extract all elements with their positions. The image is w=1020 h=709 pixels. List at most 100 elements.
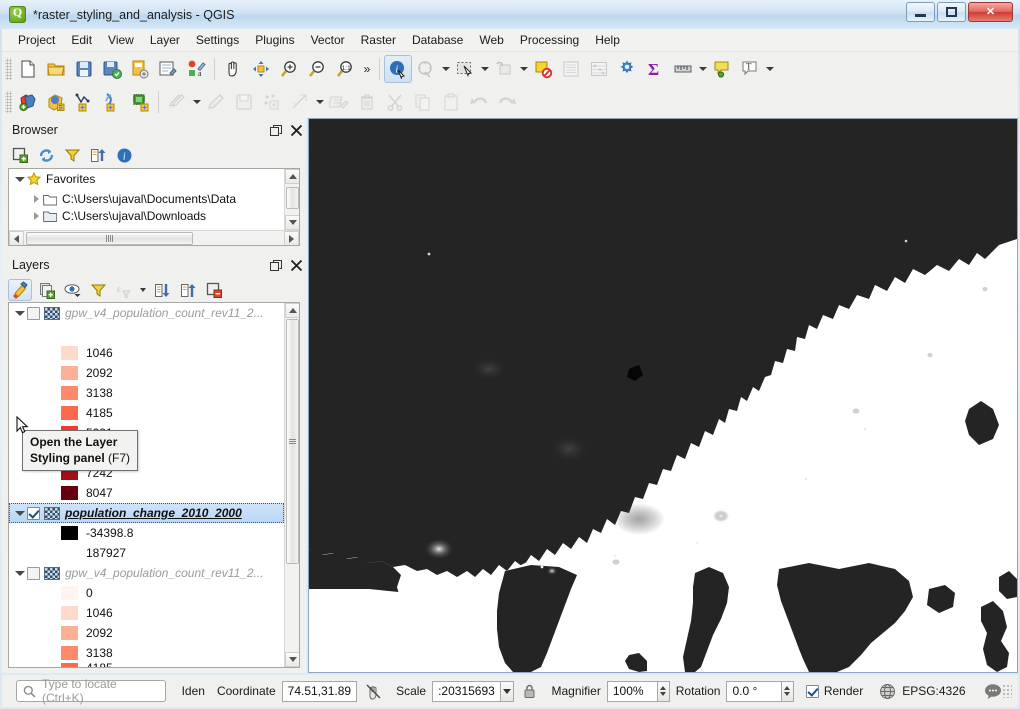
refresh-icon[interactable]	[34, 144, 58, 166]
text-annotation-dropdown[interactable]	[764, 55, 775, 83]
deselect-features-icon[interactable]	[490, 55, 518, 83]
select-features-icon[interactable]	[451, 55, 479, 83]
scroll-up-arrow-icon[interactable]	[285, 303, 300, 318]
scroll-up-arrow-icon[interactable]	[285, 169, 300, 184]
open-attribute-table-icon[interactable]	[557, 55, 585, 83]
browser-undock-icon[interactable]	[266, 120, 286, 140]
browser-tree[interactable]: Favorites C:\Users\ujaval\Documents\Data	[8, 168, 300, 246]
add-selected-layers-icon[interactable]	[8, 144, 32, 166]
save-project-icon[interactable]	[70, 55, 98, 83]
layer-row[interactable]: gpw_v4_population_count_rev11_2...	[9, 563, 284, 583]
magnifier-field[interactable]: 100%	[607, 681, 658, 702]
paste-features-icon[interactable]	[437, 88, 465, 116]
browser-close-icon[interactable]	[286, 120, 306, 140]
messages-icon[interactable]	[984, 683, 1002, 700]
layer-row-selected[interactable]: population_change_2010_2000	[9, 503, 284, 523]
undo-icon[interactable]	[465, 88, 493, 116]
copy-features-icon[interactable]	[409, 88, 437, 116]
menu-edit[interactable]: Edit	[63, 30, 100, 50]
menu-view[interactable]: View	[100, 30, 142, 50]
current-edits-icon[interactable]	[163, 88, 191, 116]
pan-map-icon[interactable]	[219, 55, 247, 83]
browser-vertical-scrollbar[interactable]	[284, 169, 299, 230]
new-project-icon[interactable]	[14, 55, 42, 83]
redo-icon[interactable]	[493, 88, 521, 116]
toolbar-grip[interactable]	[5, 91, 12, 113]
toolbar-overflow-button[interactable]: »	[359, 55, 375, 83]
expand-twisty-icon[interactable]	[13, 172, 27, 186]
vertex-tool-dropdown[interactable]	[314, 88, 325, 116]
scale-field[interactable]: :20315693	[432, 681, 501, 702]
save-project-as-icon[interactable]	[98, 55, 126, 83]
expand-twisty-icon[interactable]	[13, 566, 27, 580]
collapse-all-icon[interactable]	[176, 279, 200, 301]
render-toggle[interactable]: Render	[806, 684, 863, 698]
scale-dropdown-icon[interactable]	[501, 681, 515, 702]
menu-layer[interactable]: Layer	[142, 30, 188, 50]
add-spatialite-layer-icon[interactable]	[98, 88, 126, 116]
scroll-down-arrow-icon[interactable]	[285, 215, 300, 230]
crs-label[interactable]: EPSG:4326	[902, 684, 965, 698]
browser-tree-item[interactable]: Favorites	[9, 169, 284, 189]
scroll-left-arrow-icon[interactable]	[9, 231, 24, 246]
add-raster-layer-icon[interactable]	[42, 88, 70, 116]
show-properties-icon[interactable]: i	[112, 144, 136, 166]
layers-undock-icon[interactable]	[266, 255, 286, 275]
scroll-thumb-h[interactable]	[26, 232, 193, 245]
window-resize-grip[interactable]	[1002, 684, 1012, 698]
layer-row[interactable]: gpw_v4_population_count_rev11_2...	[9, 303, 284, 323]
toggle-extents-icon[interactable]	[365, 683, 382, 700]
map-canvas[interactable]	[308, 118, 1018, 673]
menu-plugins[interactable]: Plugins	[247, 30, 302, 50]
lock-scale-icon[interactable]	[522, 683, 537, 699]
toolbar-grip[interactable]	[5, 58, 12, 80]
delete-selected-icon[interactable]	[353, 88, 381, 116]
field-calculator-icon[interactable]	[585, 55, 613, 83]
zoom-in-icon[interactable]	[275, 55, 303, 83]
globe-icon[interactable]	[879, 683, 896, 700]
menu-vector[interactable]: Vector	[303, 30, 353, 50]
filter-legend-by-expression-icon[interactable]: ε	[112, 279, 136, 301]
scroll-down-arrow-icon[interactable]	[285, 652, 300, 667]
expand-twisty-icon[interactable]	[29, 192, 43, 206]
zoom-out-icon[interactable]	[303, 55, 331, 83]
rotation-field[interactable]: 0.0 °	[726, 681, 781, 702]
text-annotation-icon[interactable]: T	[736, 55, 764, 83]
pan-to-selection-icon[interactable]	[247, 55, 275, 83]
filter-legend-dropdown[interactable]	[138, 279, 148, 301]
menu-project[interactable]: Project	[10, 30, 63, 50]
coordinate-field[interactable]: 74.51,31.89	[282, 681, 357, 702]
measure-dropdown[interactable]	[697, 55, 708, 83]
layers-tree[interactable]: gpw_v4_population_count_rev11_2... 0 104…	[8, 302, 300, 668]
collapse-all-icon[interactable]	[86, 144, 110, 166]
select-features-dropdown[interactable]	[479, 55, 490, 83]
statistical-summary-icon[interactable]: Σ	[641, 55, 669, 83]
layers-vertical-scrollbar[interactable]	[284, 303, 299, 667]
locator-bar[interactable]: Type to locate (Ctrl+K)	[16, 680, 166, 702]
menu-help[interactable]: Help	[587, 30, 628, 50]
current-edits-dropdown[interactable]	[191, 88, 202, 116]
cut-features-icon[interactable]	[381, 88, 409, 116]
menu-database[interactable]: Database	[404, 30, 471, 50]
add-virtual-layer-icon[interactable]	[126, 88, 154, 116]
layer-visibility-checkbox[interactable]	[27, 567, 40, 580]
manage-map-themes-icon[interactable]	[60, 279, 84, 301]
menu-web[interactable]: Web	[471, 30, 511, 50]
menu-settings[interactable]: Settings	[188, 30, 247, 50]
map-tips-icon[interactable]	[708, 55, 736, 83]
filter-legend-icon[interactable]	[86, 279, 110, 301]
new-print-layout-icon[interactable]	[126, 55, 154, 83]
add-group-icon[interactable]	[34, 279, 58, 301]
run-feature-action-icon[interactable]	[412, 55, 440, 83]
layer-visibility-checkbox[interactable]	[27, 307, 40, 320]
scroll-thumb[interactable]	[286, 187, 299, 209]
layout-manager-icon[interactable]	[154, 55, 182, 83]
vertex-tool-icon[interactable]	[286, 88, 314, 116]
browser-tree-item[interactable]: C:\Users\ujaval\Downloads	[9, 209, 284, 223]
layer-visibility-checkbox[interactable]	[27, 507, 40, 520]
menu-raster[interactable]: Raster	[353, 30, 404, 50]
add-feature-icon[interactable]	[258, 88, 286, 116]
browser-horizontal-scrollbar[interactable]	[9, 230, 299, 245]
identify-features-icon[interactable]: i	[384, 55, 412, 83]
minimize-button[interactable]	[906, 2, 935, 22]
